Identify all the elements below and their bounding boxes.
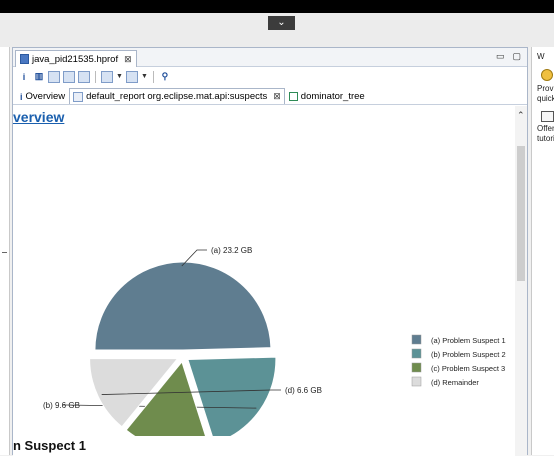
left-panel-edge	[0, 47, 10, 455]
info-icon: i	[20, 91, 23, 102]
editor-toolbar: i ▥ ▼ ▼ ⚲	[13, 67, 527, 86]
histogram-icon[interactable]: ▥	[33, 71, 45, 83]
legend-entry: (a) Problem Suspect 1	[431, 336, 506, 345]
editor-subtabs: i Overview default_report org.eclipse.ma…	[13, 88, 527, 105]
tutorial-icon	[541, 111, 554, 122]
suspects-pie-chart: (a) 23.2 GB(b) 9.6 GB(c) 7.4 GB(d) 6.6 G…	[43, 246, 506, 436]
welcome-text: quick	[537, 94, 554, 103]
welcome-label: W	[537, 52, 545, 61]
chevron-down-icon[interactable]: ▼	[141, 73, 148, 80]
welcome-icon	[541, 69, 553, 81]
legend-swatch	[411, 376, 422, 387]
scrollbar-thumb[interactable]	[517, 146, 525, 281]
pie-slice-label: (d) 6.6 GB	[285, 386, 322, 395]
collapse-toolbar-button[interactable]: ⌄	[268, 16, 295, 30]
legend-swatch	[411, 334, 422, 345]
run-report-icon[interactable]	[101, 70, 113, 83]
legend-entry: (d) Remainder	[431, 378, 479, 387]
search-icon[interactable]: ⚲	[159, 71, 171, 83]
editor-tab-label: java_pid21535.hprof	[32, 53, 119, 65]
oql-icon[interactable]	[63, 70, 75, 83]
dominator-tree-icon[interactable]	[48, 70, 60, 83]
chevron-down-icon[interactable]: ▼	[116, 73, 123, 80]
tab-label: dominator_tree	[300, 91, 365, 102]
minimize-icon[interactable]: ▭	[496, 51, 505, 62]
info-icon[interactable]: i	[18, 71, 30, 83]
welcome-text: Provi	[537, 84, 554, 93]
panel-marker	[2, 252, 7, 253]
query-browser-icon[interactable]	[125, 70, 138, 83]
window-controls: ▭ ▢	[496, 51, 521, 62]
pie-slice-label: (b) 9.6 GB	[43, 401, 80, 410]
thread-overview-icon[interactable]	[78, 70, 90, 83]
report-icon	[73, 91, 84, 102]
legend-swatch	[411, 362, 422, 373]
legend-entry: (c) Problem Suspect 3	[431, 364, 505, 373]
welcome-text: Offer	[537, 124, 554, 133]
editor-area: java_pid21535.hprof ⊠ ▭ ▢ i ▥ ▼ ▼ ⚲ i Ov…	[12, 47, 528, 456]
tab-label: Overview	[25, 91, 66, 102]
welcome-text: tutori	[537, 134, 554, 143]
maximize-icon[interactable]: ▢	[512, 51, 521, 62]
report-content: verview (a) 23.2 GB(b) 9.6 GB(c) 7.4 GB(…	[13, 106, 517, 456]
heap-file-icon	[20, 54, 29, 64]
tab-label: default_report org.eclipse.mat.api:suspe…	[86, 91, 268, 102]
dominator-tree-icon	[288, 92, 298, 101]
top-black-bar	[0, 0, 554, 13]
toolbar-separator	[152, 70, 154, 83]
pie-slice-label: (a) 23.2 GB	[211, 246, 252, 255]
pie-slice[interactable]	[94, 261, 272, 351]
tab-overview[interactable]: i Overview	[16, 88, 69, 104]
legend-swatch	[411, 348, 422, 359]
close-icon[interactable]: ⊠	[124, 54, 132, 65]
problem-suspect-heading: n Suspect 1	[13, 438, 86, 453]
tab-dominator-tree[interactable]: dominator_tree	[285, 88, 369, 104]
legend-entry: (b) Problem Suspect 2	[431, 350, 506, 359]
scroll-up-icon[interactable]: ⌃	[517, 110, 525, 121]
editor-tab-bar: java_pid21535.hprof ⊠ ▭ ▢	[13, 48, 527, 67]
close-icon[interactable]: ⊠	[273, 91, 281, 102]
vertical-scrollbar[interactable]: ⌃	[515, 106, 527, 456]
right-welcome-panel: W Provi quick Offer tutori	[531, 47, 554, 455]
toolbar-separator	[95, 70, 96, 83]
editor-tab-heap-dump[interactable]: java_pid21535.hprof ⊠	[15, 50, 137, 67]
tab-default-report[interactable]: default_report org.eclipse.mat.api:suspe…	[69, 88, 285, 104]
